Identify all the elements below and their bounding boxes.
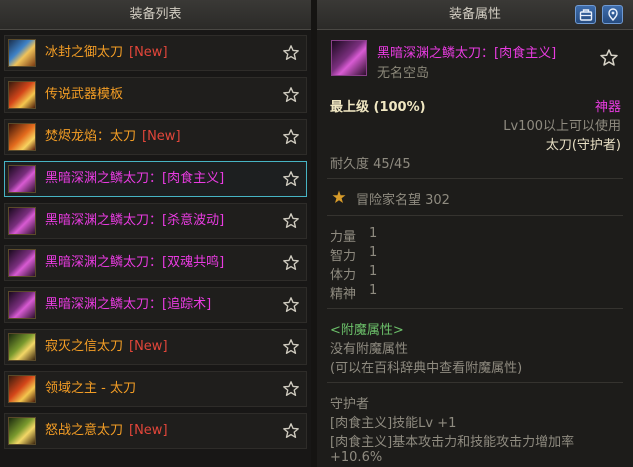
fire-katana-icon <box>8 81 36 109</box>
item-rarity: 神器 <box>594 100 621 115</box>
equipment-list-panel: 装备列表 冰封之御太刀 [New] 传说武器模板 焚烬龙焰：太刀 [New] 黑暗深渊之鳞… <box>0 0 311 467</box>
abyss-katana-icon <box>8 207 36 235</box>
stat-name: 智力 <box>330 249 357 264</box>
new-badge: [New] <box>142 129 181 144</box>
equipment-list-item[interactable]: 传说武器模板 <box>4 77 307 113</box>
equipment-item-label: 领域之主 - 太刀 <box>45 381 136 396</box>
skill-bonus-1: [肉食主义]技能Lv +1 <box>330 416 457 431</box>
favorite-star-icon[interactable] <box>282 170 300 188</box>
equipment-list-title: 装备列表 <box>0 0 311 30</box>
fire-katana-icon <box>8 375 36 403</box>
equipment-detail-panel: 装备属性 黑暗深渊之鳞太刀：[肉食主义] 无名空岛 最上级 (100%) 神器 … <box>317 0 633 467</box>
abyss-katana-icon <box>331 40 367 76</box>
ice-katana-icon <box>8 39 36 67</box>
fame-icon <box>332 190 346 203</box>
equipment-item-name: 怒战之意太刀 [New] <box>45 414 168 448</box>
equipment-item-name: 焚烬龙焰：太刀 [New] <box>45 120 181 154</box>
equipment-list-item[interactable]: 黑暗深渊之鳞太刀：[追踪术] <box>4 287 307 323</box>
abyss-katana-icon <box>8 165 36 193</box>
stat-value: 1 <box>369 264 378 279</box>
divider <box>327 308 623 309</box>
favorite-star-icon[interactable] <box>282 380 300 398</box>
equipment-item-label: 怒战之意太刀 <box>45 423 124 438</box>
equipment-item-label: 冰封之御太刀 <box>45 45 124 60</box>
abyss-katana-icon <box>8 249 36 277</box>
equipment-list-item[interactable]: 领域之主 - 太刀 <box>4 371 307 407</box>
skill-bonus-3: +10.6% <box>330 450 383 465</box>
equipment-item-label: 黑暗深渊之鳞太刀：[追踪术] <box>45 297 212 312</box>
item-level-requirement: Lv100以上可以使用 <box>503 119 621 134</box>
stat-name: 力量 <box>330 230 357 245</box>
wardrobe-button[interactable] <box>575 5 596 24</box>
equipment-item-label: 黑暗深渊之鳞太刀：[肉食主义] <box>45 171 225 186</box>
item-fame: 冒险家名望 302 <box>356 193 450 208</box>
enchant-hint: (可以在百科辞典中查看附魔属性) <box>330 361 523 376</box>
equipment-detail-title: 装备属性 <box>448 7 501 22</box>
item-subtitle: 无名空岛 <box>377 66 430 81</box>
map-pin-icon <box>608 8 618 21</box>
green-katana-icon <box>8 417 36 445</box>
enchant-title: <附魔属性> <box>330 323 404 338</box>
equipment-item-label: 传说武器模板 <box>45 87 124 102</box>
equipment-item-name: 领域之主 - 太刀 <box>45 372 136 406</box>
equipment-item-label: 黑暗深渊之鳞太刀：[双魂共鸣] <box>45 255 225 270</box>
equipment-item-name: 黑暗深渊之鳞太刀：[杀意波动] <box>45 204 224 238</box>
equipment-list-item[interactable]: 黑暗深渊之鳞太刀：[肉食主义] <box>4 161 307 197</box>
favorite-star-icon[interactable] <box>282 254 300 272</box>
stat-value: 1 <box>369 226 378 241</box>
enchant-none: 没有附魔属性 <box>330 342 409 357</box>
equipment-list-item[interactable]: 怒战之意太刀 [New] <box>4 413 307 449</box>
equipment-item-name: 黑暗深渊之鳞太刀：[追踪术] <box>45 288 211 322</box>
equipment-list-item[interactable]: 黑暗深渊之鳞太刀：[杀意波动] <box>4 203 307 239</box>
divider <box>327 178 623 179</box>
item-durability: 耐久度 45/45 <box>330 157 411 172</box>
skill-bonus-2: [肉食主义]基本攻击力和技能攻击力增加率 <box>330 435 575 450</box>
favorite-star-icon[interactable] <box>282 128 300 146</box>
equipment-list-item[interactable]: 寂灭之信太刀 [New] <box>4 329 307 365</box>
stat-value: 1 <box>369 245 378 260</box>
equipment-item-name: 传说武器模板 <box>45 78 123 112</box>
equipment-item-name: 寂灭之信太刀 [New] <box>45 330 168 364</box>
flame-katana-icon <box>8 123 36 151</box>
new-badge: [New] <box>129 423 168 438</box>
equipment-item-name: 冰封之御太刀 [New] <box>45 36 168 70</box>
equipment-item-name: 黑暗深渊之鳞太刀：[肉食主义] <box>45 162 224 196</box>
divider <box>327 382 623 383</box>
stat-name: 精神 <box>330 287 357 302</box>
equipment-list[interactable]: 冰封之御太刀 [New] 传说武器模板 焚烬龙焰：太刀 [New] 黑暗深渊之鳞太刀：[肉… <box>0 30 311 467</box>
stat-name: 体力 <box>330 268 357 283</box>
abyss-katana-icon <box>8 291 36 319</box>
new-badge: [New] <box>129 339 168 354</box>
item-header: 黑暗深渊之鳞太刀：[肉食主义] 无名空岛 <box>327 38 627 84</box>
favorite-star-icon[interactable] <box>282 44 300 62</box>
class-name: 守护者 <box>330 397 370 412</box>
locate-button[interactable] <box>602 5 623 24</box>
item-grade: 最上级 (100%) <box>330 100 426 115</box>
favorite-star-icon[interactable] <box>282 212 300 230</box>
equipment-list-item[interactable]: 冰封之御太刀 [New] <box>4 35 307 71</box>
favorite-star-icon[interactable] <box>282 338 300 356</box>
favorite-star-icon[interactable] <box>282 296 300 314</box>
equipment-detail-header: 装备属性 <box>317 0 633 30</box>
bag-icon <box>579 9 593 21</box>
favorite-star-icon[interactable] <box>599 48 619 68</box>
stat-value: 1 <box>369 283 378 298</box>
new-badge: [New] <box>129 45 168 60</box>
divider <box>327 215 623 216</box>
favorite-star-icon[interactable] <box>282 422 300 440</box>
equipment-list-item[interactable]: 黑暗深渊之鳞太刀：[双魂共鸣] <box>4 245 307 281</box>
favorite-star-icon[interactable] <box>282 86 300 104</box>
green-katana-icon <box>8 333 36 361</box>
item-title: 黑暗深渊之鳞太刀：[肉食主义] <box>377 46 557 61</box>
equipment-item-label: 寂灭之信太刀 <box>45 339 124 354</box>
equipment-item-name: 黑暗深渊之鳞太刀：[双魂共鸣] <box>45 246 224 280</box>
equipment-list-item[interactable]: 焚烬龙焰：太刀 [New] <box>4 119 307 155</box>
equipment-item-label: 焚烬龙焰：太刀 <box>45 129 137 144</box>
item-type: 太刀(守护者) <box>545 138 621 153</box>
equipment-item-label: 黑暗深渊之鳞太刀：[杀意波动] <box>45 213 225 228</box>
